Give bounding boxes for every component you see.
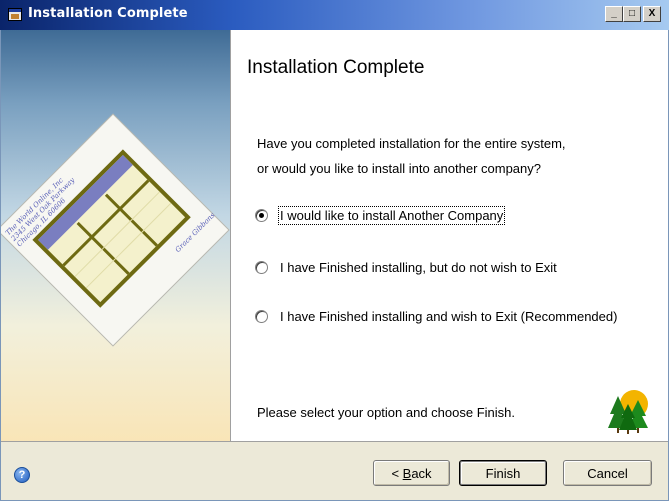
cancel-button[interactable]: Cancel bbox=[563, 460, 652, 486]
option-finished-exit[interactable]: I have Finished installing and wish to E… bbox=[255, 309, 617, 324]
radio-button[interactable] bbox=[255, 310, 268, 323]
caption-buttons: _ □ X bbox=[605, 6, 661, 22]
back-label-accel: B bbox=[402, 465, 412, 481]
instruction-text: Please select your option and choose Fin… bbox=[257, 405, 515, 420]
radio-button-selected[interactable] bbox=[255, 209, 268, 222]
document-illustration: The World Online, Inc 2345 West Oak Park… bbox=[1, 113, 230, 347]
back-label-rest: ack bbox=[411, 465, 432, 481]
minimize-button[interactable]: _ bbox=[605, 6, 623, 22]
close-button[interactable]: X bbox=[643, 6, 661, 22]
option-label: I would like to install Another Company bbox=[277, 206, 506, 225]
side-image-panel: The World Online, Inc 2345 West Oak Park… bbox=[1, 30, 230, 441]
panel-divider bbox=[230, 30, 231, 441]
option-finished-no-exit[interactable]: I have Finished installing, but do not w… bbox=[255, 260, 557, 275]
title-bar[interactable]: Installation Complete _ □ X bbox=[0, 0, 669, 30]
back-button[interactable]: < Back bbox=[373, 460, 450, 486]
page-title: Installation Complete bbox=[247, 57, 425, 78]
finish-button[interactable]: Finish bbox=[459, 460, 547, 486]
trees-icon bbox=[608, 390, 648, 434]
option-install-another-company[interactable]: I would like to install Another Company bbox=[255, 206, 506, 225]
question-line-2: or would you like to install into anothe… bbox=[257, 161, 541, 176]
question-line-1: Have you completed installation for the … bbox=[257, 136, 566, 151]
installer-window-icon bbox=[8, 8, 22, 21]
radio-button[interactable] bbox=[255, 261, 268, 274]
back-label-prefix: < bbox=[391, 465, 403, 481]
option-label: I have Finished installing, but do not w… bbox=[280, 260, 557, 275]
maximize-button[interactable]: □ bbox=[623, 6, 641, 22]
window-title: Installation Complete bbox=[28, 6, 188, 21]
option-label: I have Finished installing and wish to E… bbox=[280, 309, 618, 324]
help-icon[interactable]: ? bbox=[14, 467, 30, 483]
